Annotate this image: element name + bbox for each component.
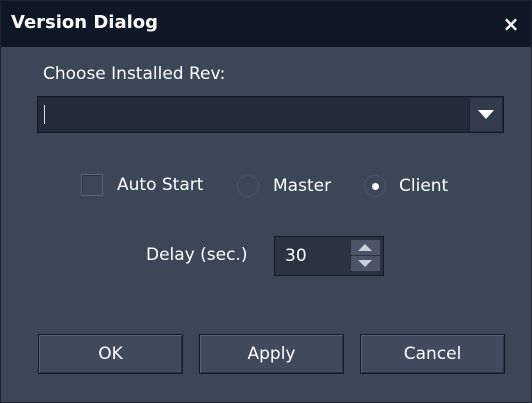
- dialog-title: Version Dialog: [11, 12, 159, 33]
- delay-value[interactable]: 30: [285, 246, 307, 266]
- auto-start-checkbox[interactable]: [81, 174, 103, 196]
- version-dialog: Version Dialog × Choose Installed Rev: A…: [0, 0, 532, 403]
- spin-up-button[interactable]: [351, 240, 380, 255]
- text-caret: [44, 105, 45, 124]
- radio-selected-dot: [372, 183, 379, 190]
- delay-label: Delay (sec.): [146, 245, 248, 265]
- spin-buttons: [351, 240, 380, 272]
- dropdown-button[interactable]: [469, 98, 502, 131]
- title-bar[interactable]: Version Dialog ×: [1, 1, 531, 47]
- dropdown-arrow-icon: [478, 110, 494, 119]
- apply-button[interactable]: Apply: [199, 334, 344, 374]
- master-radio[interactable]: [237, 175, 259, 197]
- cancel-button[interactable]: Cancel: [360, 334, 505, 374]
- revision-label: Choose Installed Rev:: [43, 64, 226, 84]
- spin-down-button[interactable]: [351, 256, 380, 271]
- revision-dropdown[interactable]: [37, 96, 504, 133]
- delay-spinbox[interactable]: 30: [274, 236, 384, 276]
- close-icon[interactable]: ×: [500, 13, 522, 35]
- master-radio-label[interactable]: Master: [273, 176, 331, 196]
- client-radio-label[interactable]: Client: [399, 176, 448, 196]
- spin-up-icon: [358, 244, 372, 251]
- spin-down-icon: [358, 260, 372, 267]
- auto-start-label[interactable]: Auto Start: [117, 175, 203, 195]
- ok-button[interactable]: OK: [38, 334, 183, 374]
- client-radio[interactable]: [364, 175, 386, 197]
